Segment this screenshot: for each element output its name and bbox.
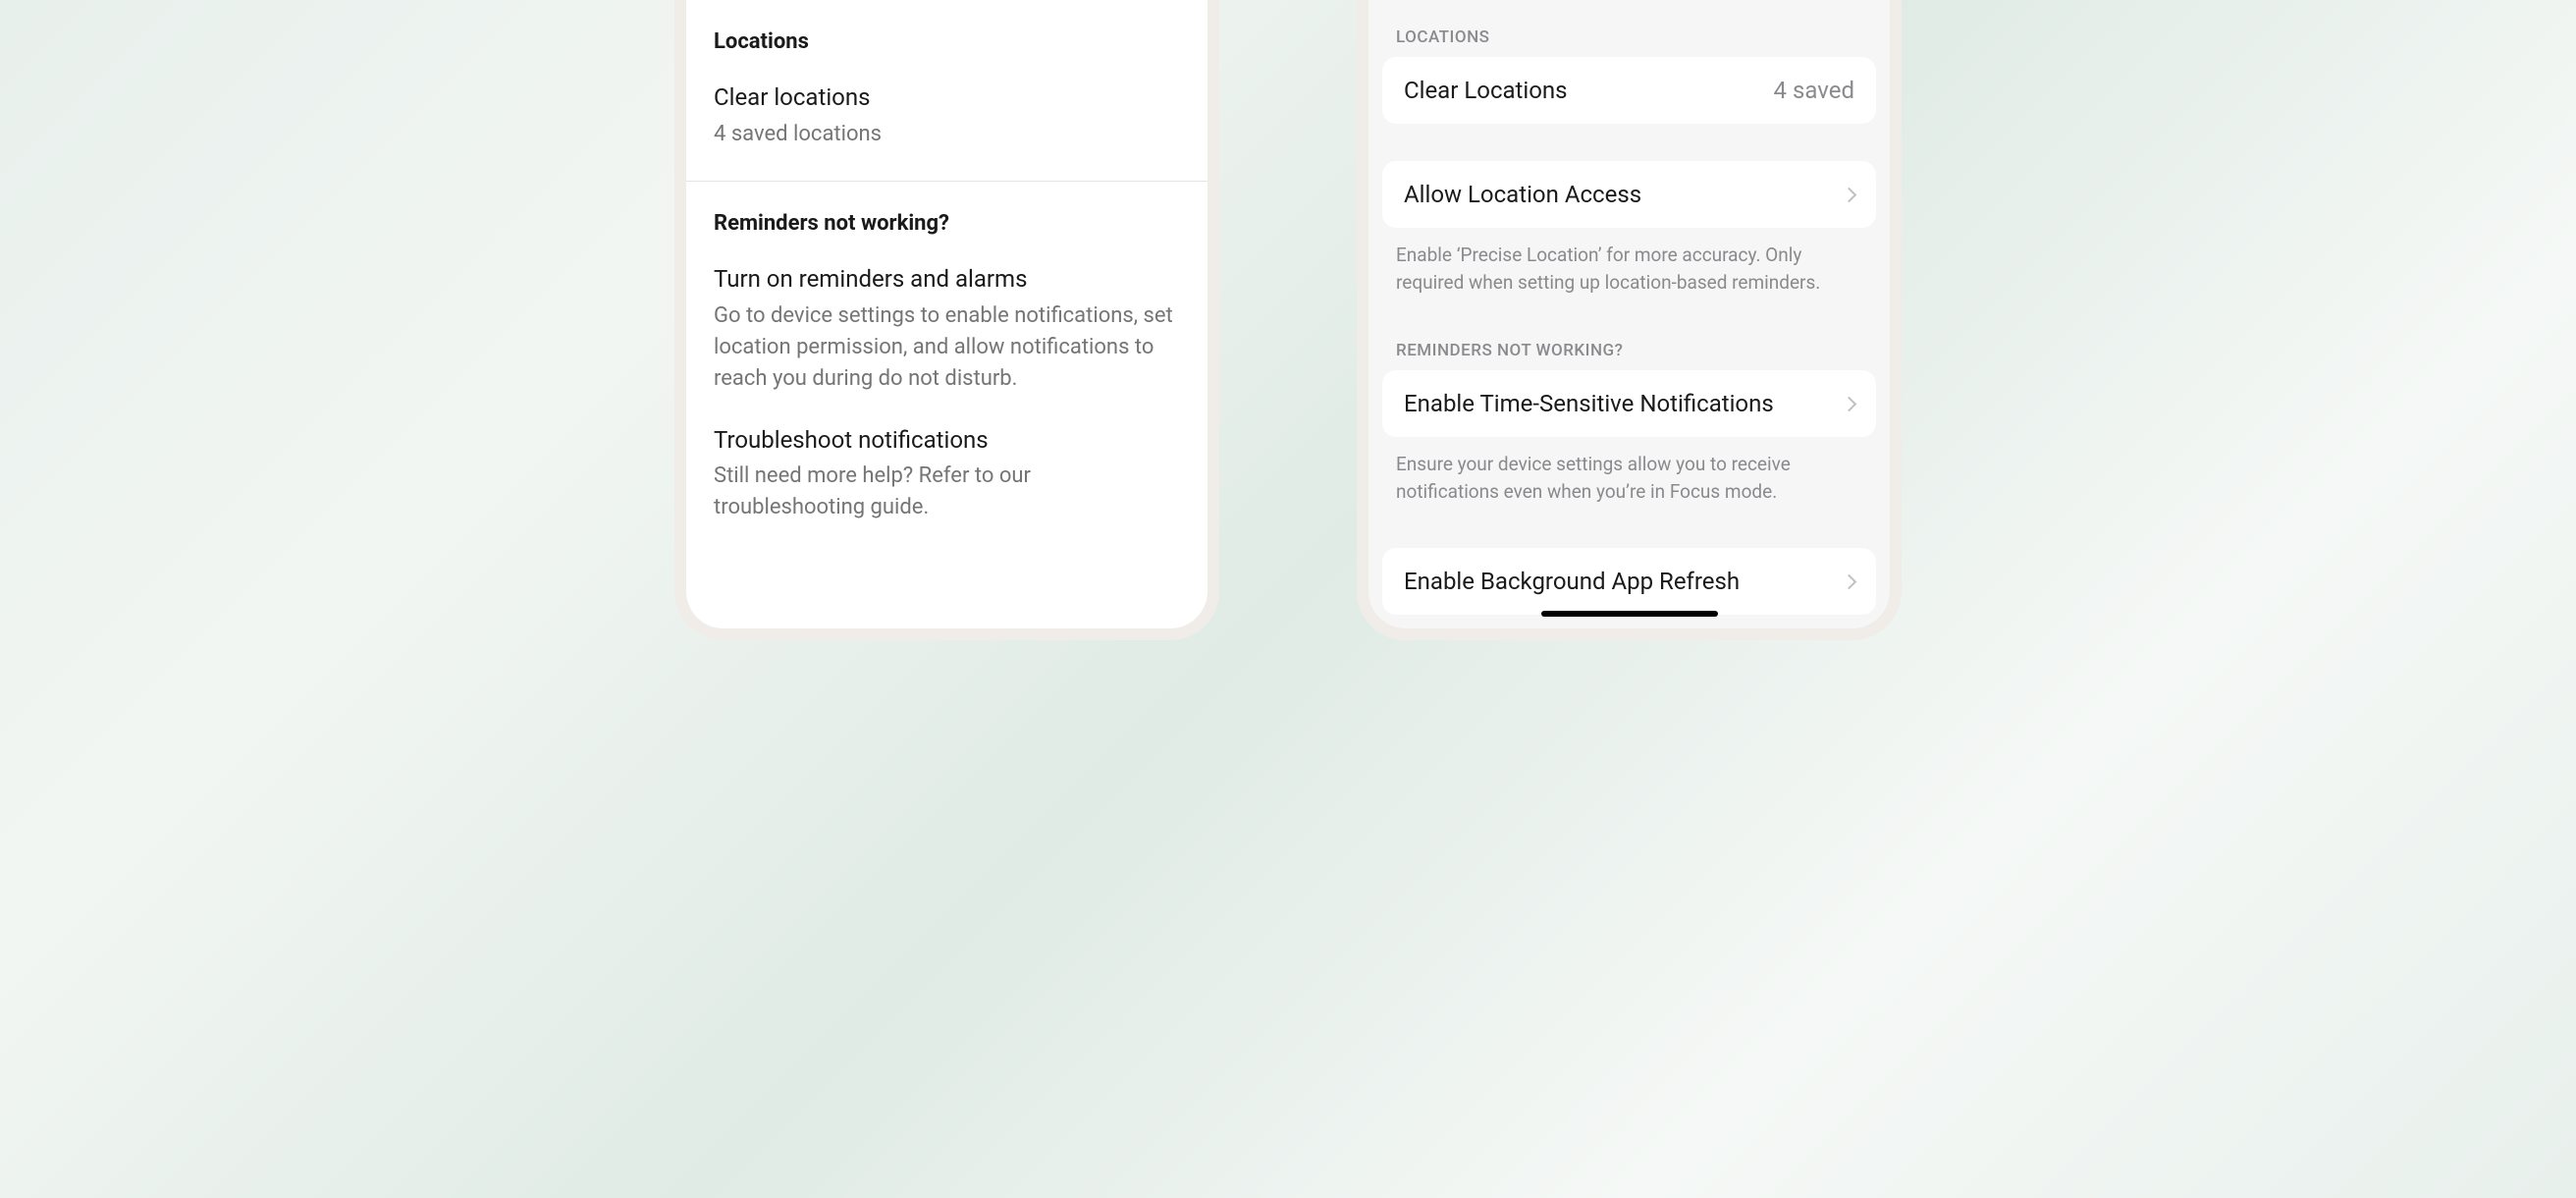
item-title: Turn on reminders and alarms	[714, 263, 1180, 297]
row-title: Allow Location Access	[1404, 181, 1641, 208]
chevron-right-icon	[1842, 396, 1857, 411]
row-enable-time-sensitive[interactable]: Enable Time-Sensitive Notifications	[1382, 370, 1876, 437]
item-clear-locations[interactable]: Clear locations 4 saved locations	[714, 82, 1180, 149]
row-value-container: 4 saved	[1774, 77, 1854, 104]
row-footer-location-access: Enable ‘Precise Location’ for more accur…	[1368, 228, 1890, 301]
group-header-reminders-not-working: REMINDERS NOT WORKING?	[1368, 301, 1890, 370]
spacer	[1368, 511, 1890, 548]
spacer	[1368, 124, 1890, 161]
section-header-locations: Locations	[714, 29, 1180, 54]
row-footer-background-refresh: Turn on in Settings for more reliable re…	[1368, 615, 1890, 628]
home-indicator[interactable]	[1541, 611, 1718, 617]
chevron-right-icon	[1842, 573, 1857, 589]
row-title: Enable Time-Sensitive Notifications	[1404, 390, 1774, 417]
phone-right: LOCATIONS Clear Locations 4 saved Allow …	[1357, 0, 1902, 640]
item-subtitle: Still need more help? Refer to our troub…	[714, 461, 1180, 523]
row-title: Enable Background App Refresh	[1404, 568, 1740, 595]
item-subtitle: 4 saved locations	[714, 119, 1180, 150]
group-header-locations: LOCATIONS	[1368, 0, 1890, 57]
row-allow-location-access[interactable]: Allow Location Access	[1382, 161, 1876, 228]
item-subtitle: Go to device settings to enable notifica…	[714, 300, 1180, 395]
phone-left: Locations Clear locations 4 saved locati…	[674, 0, 1219, 640]
row-clear-locations[interactable]: Clear Locations 4 saved	[1382, 57, 1876, 124]
item-turn-on-reminders[interactable]: Turn on reminders and alarms Go to devic…	[714, 263, 1180, 394]
row-chevron-container	[1836, 399, 1854, 409]
item-title: Clear locations	[714, 82, 1180, 115]
phone-left-screen: Locations Clear locations 4 saved locati…	[686, 0, 1208, 628]
row-title: Clear Locations	[1404, 77, 1568, 104]
section-reminders-not-working: Reminders not working? Turn on reminders…	[686, 182, 1208, 555]
chevron-right-icon	[1842, 187, 1857, 202]
row-enable-background-refresh[interactable]: Enable Background App Refresh	[1382, 548, 1876, 615]
section-locations: Locations Clear locations 4 saved locati…	[686, 0, 1208, 182]
item-title: Troubleshoot notifications	[714, 424, 1180, 458]
section-header-reminders: Reminders not working?	[714, 211, 1180, 236]
row-chevron-container	[1836, 576, 1854, 587]
item-troubleshoot-notifications[interactable]: Troubleshoot notifications Still need mo…	[714, 424, 1180, 523]
row-chevron-container	[1836, 190, 1854, 200]
row-value: 4 saved	[1774, 77, 1854, 104]
row-footer-time-sensitive: Ensure your device settings allow you to…	[1368, 437, 1890, 511]
phone-right-screen: LOCATIONS Clear Locations 4 saved Allow …	[1368, 0, 1890, 628]
